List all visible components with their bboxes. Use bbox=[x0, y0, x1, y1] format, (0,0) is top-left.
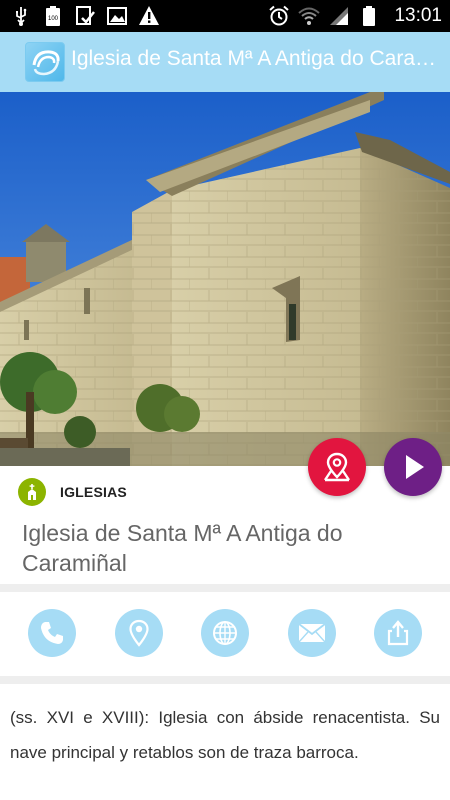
usb-icon bbox=[10, 5, 32, 27]
church-icon bbox=[18, 478, 46, 506]
status-bar: 100 13:01 bbox=[0, 0, 450, 32]
warning-icon bbox=[138, 5, 160, 27]
description-text: (ss. XVI e XVIII): Iglesia con ábside re… bbox=[10, 708, 440, 762]
share-button[interactable] bbox=[374, 609, 422, 657]
church-photo bbox=[0, 92, 450, 466]
action-bar bbox=[0, 592, 450, 676]
svg-text:100: 100 bbox=[48, 16, 59, 22]
status-time: 13:01 bbox=[394, 5, 442, 26]
download-check-icon bbox=[74, 5, 96, 27]
image-icon bbox=[106, 5, 128, 27]
website-button[interactable] bbox=[201, 609, 249, 657]
alarm-icon bbox=[268, 5, 290, 27]
app-bar: Iglesia de Santa Mª A Antiga do Caramiña… bbox=[0, 32, 450, 92]
divider bbox=[0, 676, 450, 684]
status-right-icons: 13:01 bbox=[268, 4, 442, 28]
status-left-icons: 100 bbox=[10, 4, 160, 28]
category-row: IGLESIAS bbox=[0, 466, 450, 518]
location-button[interactable] bbox=[115, 609, 163, 657]
battery-icon bbox=[358, 5, 380, 27]
app-bar-title: Iglesia de Santa Mª A Antiga do Caramiña… bbox=[71, 47, 443, 70]
app-logo-icon[interactable] bbox=[25, 42, 65, 82]
call-button[interactable] bbox=[28, 609, 76, 657]
place-title: Iglesia de Santa Mª A Antiga do Caramiña… bbox=[22, 520, 343, 576]
battery-full-icon: 100 bbox=[42, 5, 64, 27]
globe-icon bbox=[213, 621, 237, 645]
screen: 100 13:01 Iglesia de Santa Mª A Antiga d… bbox=[0, 0, 450, 800]
share-icon bbox=[387, 620, 409, 646]
signal-icon bbox=[328, 5, 350, 27]
location-pin-icon bbox=[129, 619, 149, 647]
envelope-icon bbox=[298, 623, 326, 643]
phone-icon bbox=[41, 622, 63, 644]
wifi-icon bbox=[298, 5, 321, 27]
divider bbox=[0, 584, 450, 592]
category-label: IGLESIAS bbox=[60, 484, 127, 500]
email-button[interactable] bbox=[288, 609, 336, 657]
